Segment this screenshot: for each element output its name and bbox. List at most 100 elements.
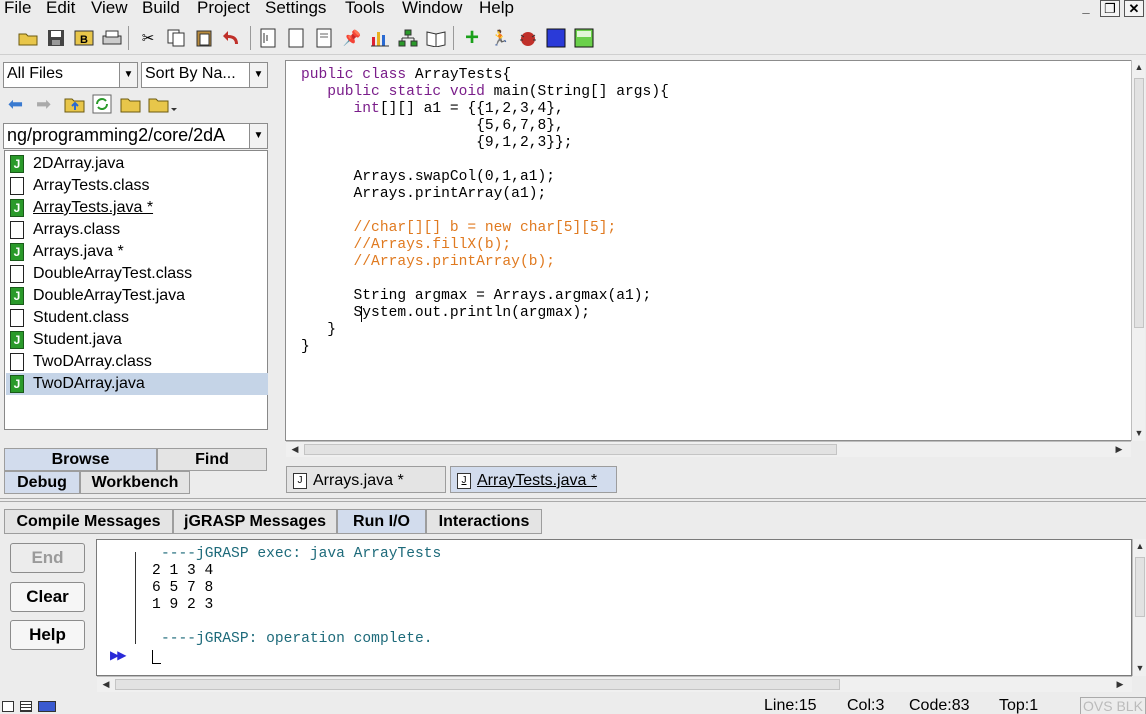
java-file-icon: J [10,155,24,173]
scroll-thumb[interactable] [1135,557,1145,617]
menu-settings[interactable]: Settings [265,0,326,18]
scroll-thumb[interactable] [304,444,837,455]
backup-icon[interactable]: B [72,26,96,50]
close-icon[interactable]: ✕ [1124,0,1144,17]
list-item[interactable]: TwoDArray.class [6,351,268,373]
stop-icon[interactable] [544,26,568,50]
refresh-icon[interactable] [92,94,112,119]
file-filter-select[interactable]: All Files ▼ [3,62,138,88]
folder-menu-icon[interactable] [148,94,180,119]
menu-help[interactable]: Help [479,0,514,18]
menu-window[interactable]: Window [402,0,462,18]
panel-icon[interactable] [572,26,596,50]
cut-icon[interactable]: ✂ [136,26,160,50]
forward-arrow-icon[interactable]: ➡ [36,94,51,115]
tab-run-io[interactable]: Run I/O [337,509,426,534]
list-item[interactable]: J 2DArray.java [6,153,268,175]
clear-button[interactable]: Clear [10,582,85,612]
tab-interactions[interactable]: Interactions [426,509,542,534]
scroll-down-icon[interactable]: ▼ [1132,426,1146,440]
code-line: String argmax = Arrays.argmax(a1); [301,288,652,304]
open-folder-icon[interactable] [16,26,40,50]
undo-icon[interactable] [220,26,244,50]
compile-icon[interactable]: + [460,24,484,51]
print-icon[interactable] [100,26,124,50]
tab-compile-messages[interactable]: Compile Messages [4,509,173,534]
editor-horizontal-scrollbar[interactable]: ◀ ▶ [286,441,1131,457]
end-button[interactable]: End [10,543,85,573]
list-item[interactable]: DoubleArrayTest.class [6,263,268,285]
scroll-right-icon[interactable]: ▶ [1112,442,1126,456]
complete-message: ----jGRASP: operation complete. [161,631,433,647]
menu-view[interactable]: View [91,0,128,18]
output-bracket [135,552,140,644]
scroll-left-icon[interactable]: ◀ [99,677,113,691]
layout-single-icon[interactable] [2,701,14,712]
file-name: Student.java [33,331,122,348]
book-icon[interactable] [424,26,448,50]
menu-edit[interactable]: Edit [46,0,75,18]
tab-arrays-java[interactable]: J Arrays.java * [286,466,446,493]
console-vertical-scrollbar[interactable]: ▲ ▼ [1132,539,1146,676]
list-item[interactable]: J Arrays.java * [6,241,268,263]
list-item[interactable]: Student.class [6,307,268,329]
uml-icon[interactable] [396,26,420,50]
splitter[interactable] [0,498,1146,502]
menu-project[interactable]: Project [197,0,250,18]
scroll-thumb[interactable] [115,679,840,690]
tab-jgrasp-messages[interactable]: jGRASP Messages [173,509,337,534]
run-io-console[interactable]: ----jGRASP exec: java ArrayTests 2 1 3 4… [96,539,1132,676]
list-item[interactable]: J ArrayTests.java * [6,197,268,219]
pin-icon[interactable]: 📌 [340,26,364,50]
up-folder-icon[interactable] [64,94,86,119]
scroll-down-icon[interactable]: ▼ [1133,661,1146,675]
path-select[interactable]: ng/programming2/core/2dA ▼ [3,123,268,149]
file-filter-value: All Files [7,65,64,82]
chart-icon[interactable] [368,26,392,50]
code-line: } [301,339,310,355]
menu-file[interactable]: File [4,0,31,18]
code-editor[interactable]: public class ArrayTests{ public static v… [285,60,1132,441]
toolbar-separator [250,26,251,50]
browse-doc-icon[interactable] [312,26,336,50]
menu-tools[interactable]: Tools [345,0,385,18]
remove-csd-icon[interactable] [284,26,308,50]
scroll-right-icon[interactable]: ▶ [1113,677,1127,691]
list-item-selected[interactable]: J TwoDArray.java [6,373,268,395]
generate-csd-icon[interactable] [256,26,280,50]
scroll-left-icon[interactable]: ◀ [288,442,302,456]
paste-icon[interactable] [192,26,216,50]
console-horizontal-scrollbar[interactable]: ◀ ▶ [97,676,1132,692]
layout-list-icon[interactable] [20,701,32,712]
java-file-icon: J [10,243,24,261]
list-item[interactable]: J Student.java [6,329,268,351]
tab-workbench[interactable]: Workbench [80,471,190,494]
list-item[interactable]: Arrays.class [6,219,268,241]
folder-icon[interactable] [120,94,142,119]
save-icon[interactable] [44,26,68,50]
layout-window-icon[interactable] [38,701,56,712]
back-arrow-icon[interactable]: ⬅ [8,94,23,115]
list-item[interactable]: J DoubleArrayTest.java [6,285,268,307]
tab-arraytests-java[interactable]: J ArrayTests.java * [450,466,617,493]
output-line: 2 1 3 4 [152,563,214,579]
scroll-up-icon[interactable]: ▲ [1133,539,1146,553]
run-icon[interactable]: 🏃 [488,26,512,50]
scroll-thumb[interactable] [1134,78,1144,328]
menu-build[interactable]: Build [142,0,180,18]
minimize-icon[interactable]: _ [1076,0,1096,17]
editor-vertical-scrollbar[interactable]: ▲ ▼ [1131,60,1145,441]
debug-icon[interactable] [516,26,540,50]
tab-browse[interactable]: Browse [4,448,157,471]
tab-find[interactable]: Find [157,448,267,471]
list-item[interactable]: ArrayTests.class [6,175,268,197]
code-line: public static void main(String[] args){ [301,84,669,100]
copy-icon[interactable] [164,26,188,50]
help-button[interactable]: Help [10,620,85,650]
code-line: {9,1,2,3}}; [301,135,573,151]
restore-icon[interactable]: ❐ [1100,0,1120,17]
scroll-up-icon[interactable]: ▲ [1132,60,1146,74]
code-line: System.out.println(argmax); [301,305,591,321]
tab-debug[interactable]: Debug [4,471,80,494]
sort-select[interactable]: Sort By Na... ▼ [141,62,268,88]
